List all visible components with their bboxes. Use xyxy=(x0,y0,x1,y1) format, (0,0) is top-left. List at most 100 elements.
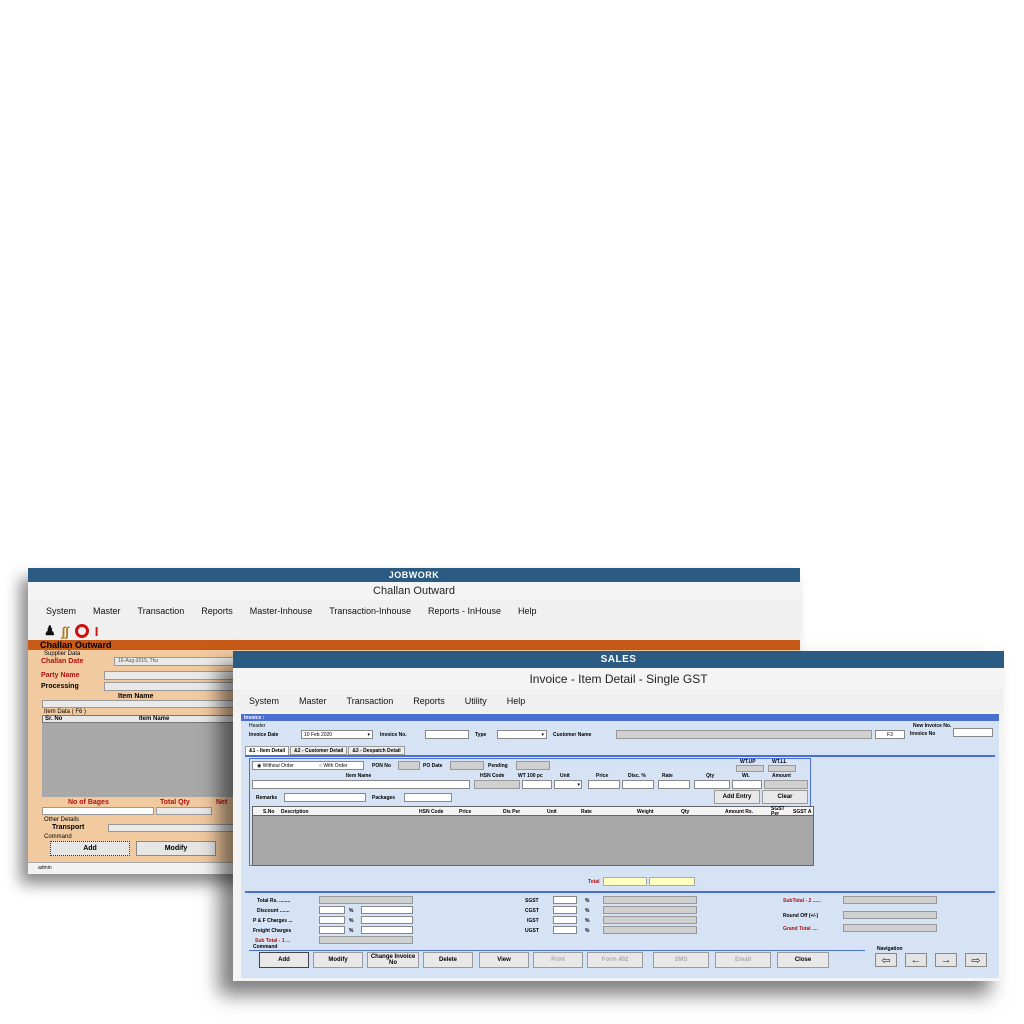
menu-master[interactable]: Master xyxy=(299,696,327,706)
pf-pct-input[interactable] xyxy=(319,916,345,924)
add-button[interactable]: Add xyxy=(50,841,130,856)
unit-select[interactable]: ▾ xyxy=(554,780,582,789)
type-label: Type xyxy=(475,732,487,738)
wt-up-field[interactable] xyxy=(736,765,764,772)
item-name-input[interactable] xyxy=(252,780,470,789)
wt100-col-label: WT 100 pc xyxy=(518,773,543,779)
change-invoice-no-button[interactable]: Change Invoice No xyxy=(367,952,419,968)
info-icon[interactable]: I xyxy=(95,624,99,639)
delete-button[interactable]: Delete xyxy=(423,952,473,968)
new-invoice-no-label: New Invoice No. xyxy=(913,723,952,729)
last-record-icon[interactable]: ⇨ xyxy=(965,953,987,967)
sales-subtitle: Invoice - Item Detail - Single GST xyxy=(529,672,708,686)
menu-transaction[interactable]: Transaction xyxy=(347,696,394,706)
cgst-pct-input[interactable] xyxy=(553,906,577,914)
amount-input[interactable] xyxy=(764,780,808,789)
form-402-button[interactable]: Form 402 xyxy=(587,952,643,968)
round-off-label: Round Off (+/-) xyxy=(783,913,819,919)
modify-button[interactable]: Modify xyxy=(136,841,216,856)
hsn-code-input[interactable] xyxy=(474,780,520,789)
total-qty-field[interactable] xyxy=(156,807,212,815)
wt-input[interactable] xyxy=(732,780,762,789)
view-button[interactable]: View xyxy=(479,952,529,968)
pending-field[interactable] xyxy=(516,761,550,770)
party-name-field[interactable] xyxy=(104,671,234,680)
igst-pct-input[interactable] xyxy=(553,916,577,924)
menu-system[interactable]: System xyxy=(249,696,279,706)
radio-without-order[interactable]: ◉ Without Order xyxy=(257,763,294,769)
add-entry-button[interactable]: Add Entry xyxy=(714,790,760,804)
transport-field[interactable] xyxy=(108,824,234,832)
invoice-date-picker[interactable]: 10 Feb 2020 ▾ xyxy=(301,730,373,739)
freight-pct-input[interactable] xyxy=(319,926,345,934)
record-icon[interactable] xyxy=(74,624,89,638)
qty-col-label: Qty xyxy=(706,773,715,779)
modify-button[interactable]: Modify xyxy=(313,952,363,968)
menu-transaction-inhouse[interactable]: Transaction-Inhouse xyxy=(329,606,411,616)
menu-master-inhouse[interactable]: Master-Inhouse xyxy=(250,606,313,616)
sgst-label: SGST xyxy=(525,898,539,904)
customer-name-field[interactable] xyxy=(616,730,872,739)
tools-icon[interactable]: ∫∫ xyxy=(62,624,69,639)
discount-pct-input[interactable] xyxy=(319,906,345,914)
wt-ll-field[interactable] xyxy=(768,765,796,772)
pct-sign: % xyxy=(585,908,590,914)
sales-titlebar: SALES xyxy=(233,651,1004,668)
dropdown-arrow-icon[interactable]: ▾ xyxy=(367,731,370,739)
invoice-no-field[interactable] xyxy=(425,730,469,739)
item-grid[interactable] xyxy=(42,723,234,797)
type-select[interactable]: ▾ xyxy=(497,730,547,739)
next-record-icon[interactable]: → xyxy=(935,953,957,967)
igst-amt-field xyxy=(603,916,697,924)
menu-help[interactable]: Help xyxy=(507,696,526,706)
email-button[interactable]: Email xyxy=(715,952,771,968)
disc-input[interactable] xyxy=(622,780,654,789)
menu-reports[interactable]: Reports xyxy=(413,696,445,706)
menu-master[interactable]: Master xyxy=(93,606,121,616)
packages-input[interactable] xyxy=(404,793,452,802)
item-name-field[interactable] xyxy=(42,700,234,708)
menu-reports-inhouse[interactable]: Reports - InHouse xyxy=(428,606,501,616)
invoice-form: Invoice : Header Invoice Date 10 Feb 202… xyxy=(241,714,999,978)
menu-utility[interactable]: Utility xyxy=(465,696,487,706)
price-input[interactable] xyxy=(588,780,620,789)
tab-despatch-detail[interactable]: &3 - Despatch Detail xyxy=(348,746,405,755)
pf-amt-input[interactable] xyxy=(361,916,413,924)
processing-field[interactable] xyxy=(104,682,234,691)
sms-button[interactable]: SMS xyxy=(653,952,709,968)
ugst-pct-input[interactable] xyxy=(553,926,577,934)
wt100-input[interactable] xyxy=(522,780,552,789)
discount-amt-input[interactable] xyxy=(361,906,413,914)
add-button[interactable]: Add xyxy=(259,952,309,968)
tab-item-detail[interactable]: &1 - Item Detail xyxy=(245,746,290,755)
radio-with-order[interactable]: ○ With Order xyxy=(319,763,348,769)
sgst-pct-input[interactable] xyxy=(553,896,577,904)
menu-transaction[interactable]: Transaction xyxy=(138,606,185,616)
first-record-icon[interactable]: ⇦ xyxy=(875,953,897,967)
qty-input[interactable] xyxy=(694,780,730,789)
close-button[interactable]: Close xyxy=(777,952,829,968)
tab-customer-detail[interactable]: &2 - Customer Detail xyxy=(290,746,348,755)
pf-charges-label: P & F Charges ... xyxy=(253,918,293,924)
user-icon[interactable]: ♟ xyxy=(44,623,56,639)
prev-record-icon[interactable]: ← xyxy=(905,953,927,967)
pon-no-field[interactable] xyxy=(398,761,420,770)
po-date-field[interactable] xyxy=(450,761,484,770)
items-grid[interactable] xyxy=(252,816,814,866)
grid-col-srno: Sr. No xyxy=(45,716,63,722)
challan-date-field[interactable]: 16-Aug-2015, Thu xyxy=(114,657,234,666)
no-of-bages-field[interactable] xyxy=(42,807,154,815)
menu-reports[interactable]: Reports xyxy=(201,606,233,616)
dropdown-arrow-icon[interactable]: ▾ xyxy=(577,782,580,788)
menu-system[interactable]: System xyxy=(46,606,76,616)
f3-button[interactable]: F3 xyxy=(875,730,905,739)
grid-col-itemname: Item Name xyxy=(139,716,170,722)
print-button[interactable]: Print xyxy=(533,952,583,968)
rate-input[interactable] xyxy=(658,780,690,789)
dropdown-arrow-icon[interactable]: ▾ xyxy=(541,732,544,738)
clear-button[interactable]: Clear xyxy=(762,790,808,804)
remarks-input[interactable] xyxy=(284,793,366,802)
new-invoice-no-field[interactable] xyxy=(953,728,993,737)
menu-help[interactable]: Help xyxy=(518,606,537,616)
freight-amt-input[interactable] xyxy=(361,926,413,934)
